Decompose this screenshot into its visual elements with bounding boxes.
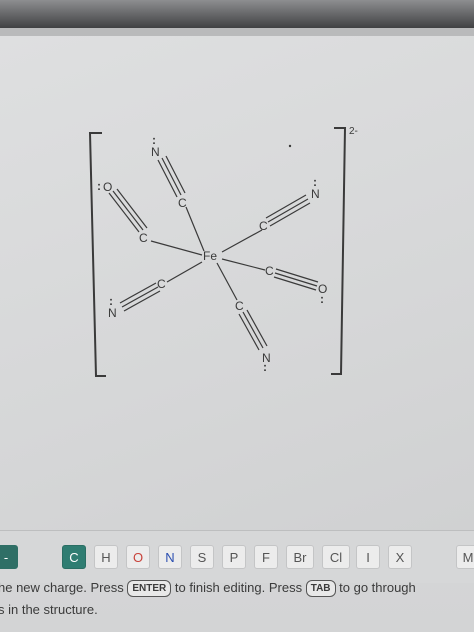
molecule-structure[interactable]: 2- Fe C C C C C C N: N: N: N: O: O …	[0, 36, 474, 530]
element-c-button[interactable]: C	[62, 545, 86, 569]
help-text-part-3: to go through	[339, 580, 416, 595]
element-br-button[interactable]: Br	[286, 545, 314, 569]
enter-key: ENTER	[127, 580, 172, 597]
help-text-part-1: he new charge. Press	[0, 580, 124, 595]
bond-fe-c1[interactable]	[185, 206, 205, 252]
right-bracket	[331, 127, 347, 375]
left-bracket	[88, 132, 106, 377]
element-s-button[interactable]: S	[190, 545, 214, 569]
element-i-button[interactable]: I	[356, 545, 380, 569]
lone-pair-o1: :	[97, 179, 101, 193]
help-line-1: he new charge. Press ENTER to finish edi…	[0, 576, 416, 599]
element-cl-button[interactable]: Cl	[322, 545, 350, 569]
tab-key: TAB	[305, 580, 336, 597]
triple-bond-c6-n4[interactable]	[238, 309, 268, 351]
atom-c2[interactable]: C	[139, 231, 148, 245]
atom-c4[interactable]: C	[157, 277, 166, 291]
lone-pair-n4: :	[263, 360, 267, 374]
bond-fe-c6[interactable]	[216, 262, 238, 301]
atom-c6[interactable]: C	[235, 299, 244, 313]
bond-fe-c4[interactable]	[166, 261, 203, 283]
atom-c5[interactable]: C	[265, 264, 274, 278]
close-toolbar-button[interactable]: X	[388, 545, 412, 569]
lone-pair-n2: :	[313, 175, 317, 189]
triple-bond-c4-n3[interactable]	[119, 282, 161, 312]
triple-bond-c2-o1[interactable]	[108, 188, 148, 233]
atom-fe[interactable]: Fe	[203, 249, 217, 263]
element-p-button[interactable]: P	[222, 545, 246, 569]
element-f-button[interactable]: F	[254, 545, 278, 569]
lone-pair-n1: :	[152, 133, 156, 147]
more-elements-button[interactable]: M	[456, 545, 474, 569]
help-text: he new charge. Press ENTER to finish edi…	[0, 576, 474, 632]
help-line-2: s in the structure.	[0, 602, 98, 617]
element-n-button[interactable]: N	[158, 545, 182, 569]
atom-n2[interactable]: N	[311, 187, 320, 201]
bond-fe-c2[interactable]	[150, 240, 203, 256]
charge-label: 2-	[349, 126, 358, 137]
element-o-button[interactable]: O	[126, 545, 150, 569]
atom-n3[interactable]: N	[108, 306, 117, 320]
drawing-canvas[interactable]: 2- Fe C C C C C C N: N: N: N: O: O …	[0, 36, 474, 530]
minus-button[interactable]: -	[0, 545, 18, 569]
lone-pair-o2: :	[320, 292, 324, 306]
triple-bond-c3-n2[interactable]	[265, 194, 311, 227]
bond-fe-c5[interactable]	[221, 258, 266, 271]
lone-pair-n3: :	[109, 294, 113, 308]
atom-c1[interactable]: C	[178, 196, 187, 210]
bond-fe-c3[interactable]	[221, 229, 263, 253]
atom-o1[interactable]: O	[103, 180, 112, 194]
atom-c3[interactable]: C	[259, 219, 268, 233]
triple-bond-c1-n1[interactable]	[157, 155, 186, 198]
atom-n1[interactable]: N	[151, 145, 160, 159]
stray-dot	[288, 144, 292, 148]
help-text-part-2: to finish editing. Press	[174, 580, 303, 595]
element-h-button[interactable]: H	[94, 545, 118, 569]
triple-bond-c5-o2[interactable]	[273, 268, 319, 291]
